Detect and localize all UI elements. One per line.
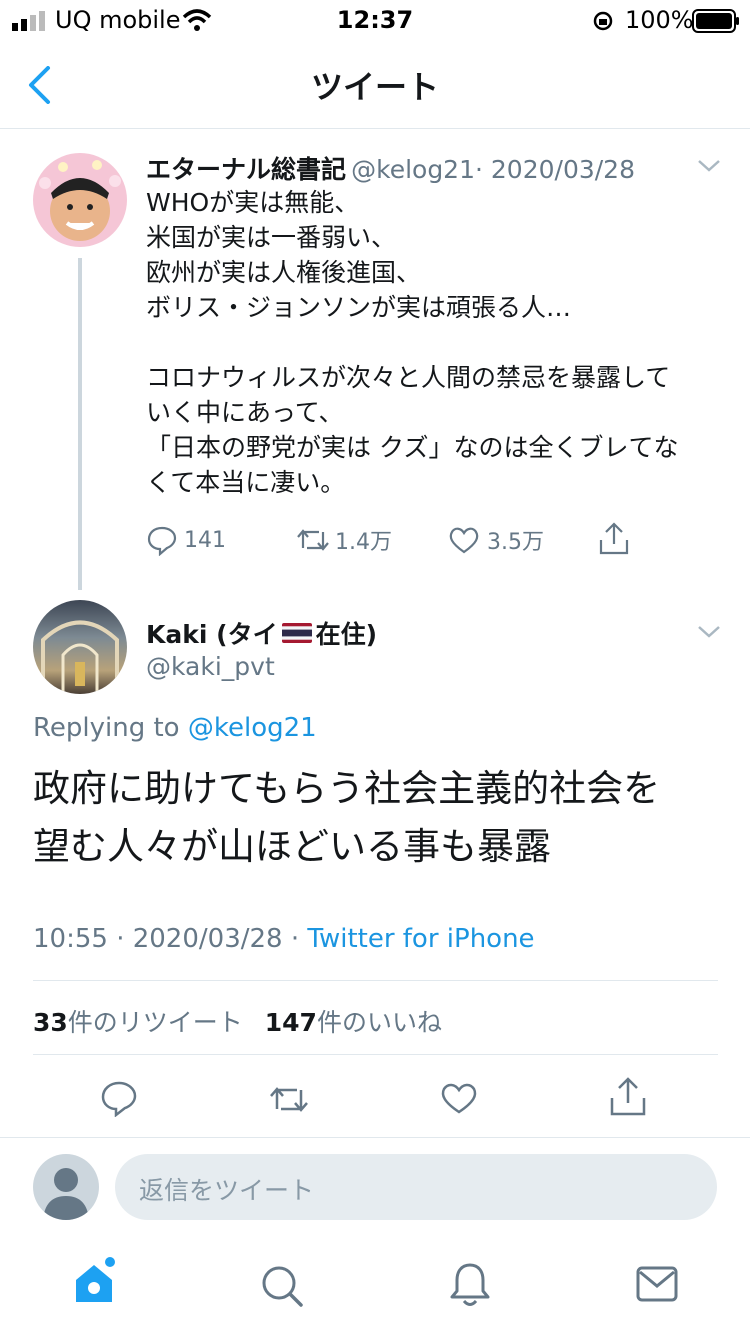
tweet-line: 欧州が実は人権後進国、 — [146, 258, 422, 287]
heart-icon — [449, 527, 479, 554]
home-icon[interactable] — [72, 1256, 120, 1308]
thailand-flag-icon — [281, 623, 312, 643]
replying-to-handle[interactable]: @kelog21 — [188, 713, 317, 743]
tweet-line: WHOが実は無能、 — [146, 188, 360, 217]
avatar-face — [39, 160, 121, 241]
thread-line — [78, 258, 82, 590]
nav-divider — [0, 128, 750, 129]
main-tweet-display-name[interactable]: Kaki (タイ 在住) — [146, 615, 377, 651]
reply-icon[interactable] — [100, 1079, 138, 1117]
tweet-line: くて本当に凄い。 — [146, 468, 346, 497]
chevron-down-icon[interactable] — [697, 624, 721, 640]
search-icon[interactable] — [259, 1263, 305, 1309]
reply-icon — [147, 526, 177, 556]
reply-input[interactable]: 返信をツイート — [115, 1154, 717, 1220]
notifications-bell-icon[interactable] — [448, 1261, 492, 1309]
like-stat-count: 147 — [264, 1008, 317, 1037]
reply-action[interactable]: 141 — [146, 522, 226, 558]
my-avatar[interactable] — [33, 1154, 99, 1220]
tweet-timestamp: 10:55 · 2020/03/28 · — [33, 924, 300, 954]
avatar[interactable] — [33, 600, 127, 694]
retweet-count: 1.4万 — [335, 530, 392, 555]
tweet-line — [146, 325, 716, 360]
heart-icon[interactable] — [439, 1080, 479, 1116]
tweet-line: コロナウィルスが次々と人間の禁忌を暴露して — [146, 363, 671, 392]
main-tweet-body: 政府に助けてもらう社会主義的社会を 望む人々が山ほどいる事も暴露 — [33, 760, 723, 876]
tweet-line: ボリス・ジョンソンが実は頑張る人… — [146, 293, 572, 322]
like-stat-label: 件のいいね — [316, 1008, 442, 1037]
tweet-timestamp-row: 10:55 · 2020/03/28 · Twitter for iPhone — [33, 924, 535, 954]
display-name-suffix: 在住) — [315, 620, 378, 649]
replying-to: Replying to @kelog21 — [33, 713, 317, 743]
like-count: 3.5万 — [487, 530, 544, 555]
replying-to-label: Replying to — [33, 713, 180, 743]
parent-tweet-body: WHOが実は無能、 米国が実は一番弱い、 欧州が実は人権後進国、 ボリス・ジョン… — [146, 185, 716, 500]
avatar-church-interior — [41, 620, 119, 694]
share-icon[interactable] — [609, 1077, 647, 1117]
retweet-stat-count: 33 — [33, 1008, 68, 1037]
share-icon[interactable] — [598, 522, 630, 556]
display-name[interactable]: エターナル総書記 — [146, 155, 346, 184]
battery-percent: 100% — [625, 6, 694, 34]
reply-count: 141 — [184, 527, 226, 553]
orientation-lock-icon — [593, 11, 613, 31]
messages-envelope-icon[interactable] — [636, 1266, 678, 1302]
tweet-line: いく中にあって、 — [146, 398, 344, 427]
chevron-down-icon[interactable] — [697, 158, 721, 174]
handle[interactable]: @kaki_pvt — [146, 652, 275, 681]
tweet-line: 政府に助けてもらう社会主義的社会を — [33, 767, 661, 810]
like-action[interactable]: 3.5万 — [447, 522, 544, 558]
tweet-client-link[interactable]: Twitter for iPhone — [307, 924, 534, 954]
tweet-line: 米国が実は一番弱い、 — [146, 223, 397, 252]
display-name: Kaki (タイ — [146, 620, 278, 649]
retweet-stat[interactable]: 33件のリツイート — [33, 1008, 243, 1037]
status-bar: UQ mobile 12:37 100% — [0, 0, 750, 42]
divider — [0, 1137, 750, 1138]
page-title: ツイート — [310, 68, 439, 106]
handle[interactable]: @kelog21 — [351, 155, 475, 184]
divider — [33, 980, 718, 981]
battery-icon — [692, 9, 739, 33]
retweet-stat-label: 件のリツイート — [67, 1008, 243, 1037]
tweet-line: 望む人々が山ほどいる事も暴露 — [33, 825, 551, 868]
parent-tweet-header: エターナル総書記 @kelog21· 2020/03/28 — [146, 150, 635, 186]
retweet-icon — [297, 529, 329, 551]
reply-placeholder: 返信をツイート — [139, 1176, 315, 1205]
like-stat[interactable]: 147件のいいね — [265, 1008, 442, 1037]
divider — [33, 1054, 718, 1055]
engagement-stats: 33件のリツイート 147件のいいね — [33, 1003, 442, 1039]
avatar[interactable] — [33, 153, 127, 247]
default-avatar-icon — [43, 1168, 89, 1220]
retweet-icon[interactable] — [267, 1081, 311, 1117]
tweet-date: · 2020/03/28 — [475, 155, 635, 184]
tweet-line: 「日本の野党が実は クズ」なのは全くブレてな — [146, 433, 679, 462]
retweet-action[interactable]: 1.4万 — [295, 522, 392, 558]
